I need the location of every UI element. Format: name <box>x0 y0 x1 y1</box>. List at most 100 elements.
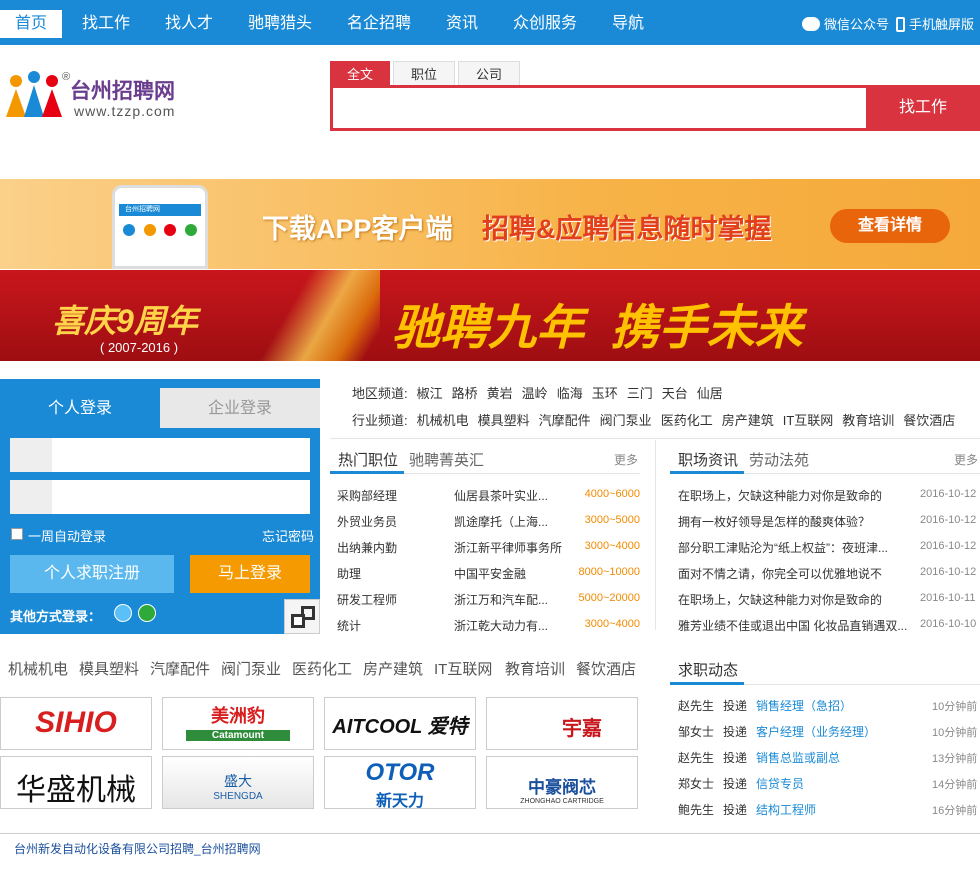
company-link[interactable]: 仙居县茶叶实业... <box>454 487 548 504</box>
login-button[interactable]: 马上登录 <box>190 555 310 593</box>
nav-startup-service[interactable]: 众创服务 <box>501 0 589 38</box>
job-title-link[interactable]: 采购部经理 <box>337 487 397 504</box>
area-link[interactable]: 三门 <box>627 386 653 401</box>
company-link[interactable]: 浙江乾大动力有... <box>454 617 548 634</box>
job-title-link[interactable]: 出纳兼内勤 <box>337 539 397 556</box>
industry-bar-item[interactable]: 餐饮酒店 <box>576 658 636 679</box>
job-title-link[interactable]: 研发工程师 <box>337 591 397 608</box>
tab-elite[interactable]: 驰聘菁英汇 <box>409 449 484 470</box>
phone-mockup: 台州招聘网 <box>112 185 208 269</box>
applied-job-link[interactable]: 结构工程师 <box>756 801 816 818</box>
company-link[interactable]: 凯途摩托（上海... <box>454 513 548 530</box>
industry-bar-item[interactable]: 机械机电 <box>8 658 68 679</box>
industry-bar-item[interactable]: 教育培训 <box>505 658 565 679</box>
tab-labor-law[interactable]: 劳动法苑 <box>749 449 809 470</box>
tab-hot-jobs[interactable]: 热门职位 <box>338 449 398 470</box>
tab-workplace-news[interactable]: 职场资讯 <box>678 449 738 470</box>
search-tab-fulltext[interactable]: 全文 <box>330 61 390 86</box>
nav-home[interactable]: 首页 <box>0 10 62 38</box>
industry-bar-item[interactable]: 房产建筑 <box>363 658 423 679</box>
job-title-link[interactable]: 助理 <box>337 565 361 582</box>
banner1-details-button[interactable]: 查看详情 <box>830 209 950 243</box>
industry-bar-item[interactable]: 医药化工 <box>292 658 352 679</box>
applied-job-link[interactable]: 信贷专员 <box>756 775 804 792</box>
nav-find-talent[interactable]: 找人才 <box>153 0 225 38</box>
nav-headhunter[interactable]: 驰聘猎头 <box>236 0 324 38</box>
news-title-link[interactable]: 部分职工津贴沦为“纸上权益”：夜班津... <box>678 539 913 556</box>
industry-link[interactable]: 模具塑料 <box>478 413 530 428</box>
news-title-link[interactable]: 面对不情之请，你完全可以优雅地说不 <box>678 565 913 582</box>
qr-code-icon[interactable] <box>284 599 320 634</box>
search-tab-company[interactable]: 公司 <box>458 61 520 86</box>
company-logo[interactable]: 美洲豹 Catamount <box>162 697 314 750</box>
area-link[interactable]: 路桥 <box>452 386 478 401</box>
news-title-link[interactable]: 拥有一枚好领导是怎样的酸爽体验？ <box>678 513 913 530</box>
industry-link[interactable]: 机械机电 <box>417 413 469 428</box>
logo-text: SIHIO <box>35 706 117 739</box>
tab-personal-login[interactable]: 个人登录 <box>0 379 160 427</box>
company-logo[interactable]: AITCOOL 爱特 <box>324 697 476 750</box>
qq-icon[interactable] <box>114 604 132 622</box>
applied-job-link[interactable]: 客户经理（业务经理） <box>756 723 876 740</box>
area-link[interactable]: 黄岩 <box>487 386 513 401</box>
active-tab-indicator <box>330 471 404 474</box>
area-link[interactable]: 温岭 <box>522 386 548 401</box>
search-button[interactable]: 找工作 <box>866 85 980 131</box>
search-tab-job[interactable]: 职位 <box>393 61 455 86</box>
applicant-name: 郑女士 <box>678 777 715 791</box>
industry-link[interactable]: 餐饮酒店 <box>903 413 955 428</box>
tab-company-login[interactable]: 企业登录 <box>160 388 320 428</box>
company-logo[interactable]: 宇嘉 <box>486 697 638 750</box>
area-link[interactable]: 玉环 <box>592 386 618 401</box>
area-link[interactable]: 仙居 <box>697 386 723 401</box>
register-button[interactable]: 个人求职注册 <box>10 555 174 593</box>
company-logo[interactable]: OTOR 新天力 <box>324 756 476 809</box>
nav-famous-companies[interactable]: 名企招聘 <box>335 0 423 38</box>
job-title-link[interactable]: 统计 <box>337 617 361 634</box>
applied-job-link[interactable]: 销售总监或副总 <box>756 749 840 766</box>
company-logo[interactable]: 中豪阀芯 ZHONGHAO CARTRIDGE <box>486 756 638 809</box>
logo-subtext: ZHONGHAO CARTRIDGE <box>520 798 604 805</box>
news-title-link[interactable]: 在职场上，欠缺这种能力对你是致命的 <box>678 591 913 608</box>
nav-news[interactable]: 资讯 <box>434 0 490 38</box>
wechat-icon <box>802 17 820 31</box>
industry-bar-item[interactable]: 阀门泵业 <box>221 658 281 679</box>
wechat-link[interactable]: 微信公众号 <box>802 14 889 33</box>
remember-checkbox[interactable] <box>11 528 23 540</box>
industry-link[interactable]: 医药化工 <box>661 413 713 428</box>
site-logo[interactable]: ® 台州招聘网 www.tzzp.com <box>0 65 210 125</box>
forgot-password-link[interactable]: 忘记密码 <box>262 526 314 545</box>
nav-guide[interactable]: 导航 <box>600 0 656 38</box>
industry-bar-item[interactable]: 模具塑料 <box>79 658 139 679</box>
news-title-link[interactable]: 雅芳业绩不佳或退出中国 化妆品直销遇双... <box>678 617 913 634</box>
applied-job-link[interactable]: 销售经理（急招） <box>756 697 852 714</box>
mobile-link[interactable]: 手机触屏版 <box>896 14 974 33</box>
anniversary-banner[interactable]: 喜庆9周年 ( 2007-2016 ) 驰聘九年 携手未来 <box>0 270 980 361</box>
company-link[interactable]: 中国平安金融 <box>454 565 526 582</box>
industry-bar-item[interactable]: IT互联网 <box>434 658 492 679</box>
company-logo[interactable]: 华盛机械 <box>0 756 152 809</box>
company-link[interactable]: 浙江万和汽车配... <box>454 591 548 608</box>
company-logo[interactable]: SIHIO <box>0 697 152 750</box>
wechat-login-icon[interactable] <box>138 604 156 622</box>
industry-link[interactable]: 汽摩配件 <box>539 413 591 428</box>
job-title-link[interactable]: 外贸业务员 <box>337 513 397 530</box>
industry-link[interactable]: 阀门泵业 <box>600 413 652 428</box>
app-download-banner[interactable]: 台州招聘网 下载APP客户端 招聘&应聘信息随时掌握 查看详情 <box>0 179 980 269</box>
industry-link[interactable]: IT互联网 <box>783 413 834 428</box>
news-header: 职场资讯 劳动法苑 更多 <box>670 440 980 474</box>
password-input[interactable] <box>10 480 310 514</box>
company-link[interactable]: 浙江新平律师事务所 <box>454 539 562 556</box>
area-link[interactable]: 天台 <box>662 386 688 401</box>
industry-link[interactable]: 教育培训 <box>842 413 894 428</box>
news-more-link[interactable]: 更多 <box>954 451 978 468</box>
nav-find-job[interactable]: 找工作 <box>70 0 142 38</box>
industry-link[interactable]: 房产建筑 <box>722 413 774 428</box>
username-input[interactable] <box>10 438 310 472</box>
area-link[interactable]: 椒江 <box>417 386 443 401</box>
area-link[interactable]: 临海 <box>557 386 583 401</box>
industry-bar-item[interactable]: 汽摩配件 <box>150 658 210 679</box>
company-logo[interactable]: 盛大 SHENGDA <box>162 756 314 809</box>
news-title-link[interactable]: 在职场上，欠缺这种能力对你是致命的 <box>678 487 913 504</box>
hotjobs-more-link[interactable]: 更多 <box>614 451 638 468</box>
